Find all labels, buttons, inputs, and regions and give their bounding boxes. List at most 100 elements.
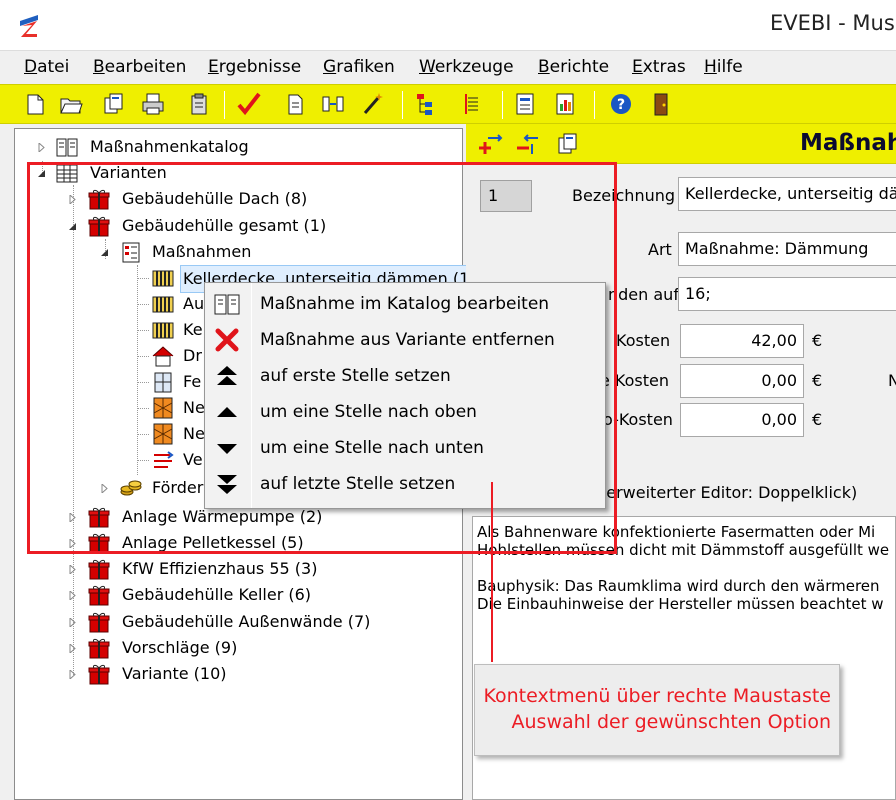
add-measure-icon[interactable] bbox=[476, 130, 504, 158]
app-logo-icon bbox=[20, 15, 38, 37]
help-icon[interactable]: ? bbox=[608, 90, 634, 118]
kosten-field[interactable]: 42,00 bbox=[680, 324, 804, 358]
move-down-icon bbox=[217, 444, 237, 454]
tree-node-catalog[interactable]: Maßnahmenkatalog bbox=[15, 134, 455, 160]
open-folder-icon[interactable] bbox=[58, 90, 84, 118]
menu-ergebnisse[interactable]: Ergebnisse bbox=[208, 57, 301, 77]
context-menu: Maßnahme im Katalog bearbeiten Maßnahme … bbox=[204, 282, 606, 509]
exit-door-icon[interactable] bbox=[648, 90, 674, 118]
copy-measure-icon[interactable] bbox=[554, 130, 582, 158]
kosten-field-3[interactable]: 0,00 bbox=[680, 403, 804, 437]
menu-item-label: um eine Stelle nach unten bbox=[260, 438, 484, 458]
gift-package-icon bbox=[88, 638, 110, 659]
menu-item-label: Maßnahme aus Variante entfernen bbox=[260, 330, 555, 350]
move-last-icon bbox=[217, 475, 237, 494]
expand-arrow-icon[interactable] bbox=[68, 644, 77, 653]
compare-icon[interactable] bbox=[320, 90, 346, 118]
toolbar-separator bbox=[224, 91, 225, 119]
menu-item-label: Maßnahme im Katalog bearbeiten bbox=[260, 294, 550, 314]
editor-hint: (erweiterter Editor: Doppelklick) bbox=[600, 483, 858, 502]
gift-package-icon bbox=[88, 612, 110, 633]
window-title: EVEBI - Mus bbox=[770, 11, 895, 35]
tree-label: Gebäudehülle Keller (6) bbox=[122, 585, 312, 604]
menu-item-move-first[interactable]: auf erste Stelle setzen bbox=[205, 358, 605, 394]
check-icon[interactable] bbox=[236, 90, 262, 118]
tree-node-cellar[interactable]: Gebäudehülle Keller (6) bbox=[15, 582, 455, 608]
gift-package-icon bbox=[88, 559, 110, 580]
chart-report-icon[interactable] bbox=[552, 90, 578, 118]
menu-item-move-last[interactable]: auf letzte Stelle setzen bbox=[205, 466, 605, 502]
menu-item-remove-from-variant[interactable]: Maßnahme aus Variante entfernen bbox=[205, 322, 605, 358]
move-up-icon bbox=[217, 407, 237, 417]
menu-item-move-up[interactable]: um eine Stelle nach oben bbox=[205, 394, 605, 430]
expand-arrow-icon[interactable] bbox=[68, 670, 77, 679]
toolbar-separator bbox=[402, 91, 403, 119]
annotation-callout: Kontextmenü über rechte Maustaste Auswah… bbox=[474, 664, 840, 756]
new-file-icon[interactable] bbox=[22, 90, 48, 118]
tree-label: Gebäudehülle Außenwände (7) bbox=[122, 612, 371, 631]
remove-measure-icon[interactable] bbox=[514, 130, 542, 158]
annotation-text-line2: Auswahl der gewünschten Option bbox=[511, 711, 831, 733]
label-bezogen: nden auf bbox=[608, 285, 679, 304]
bezeichnung-field[interactable]: Kellerdecke, unterseitig dä bbox=[678, 177, 896, 211]
expand-arrow-icon[interactable] bbox=[68, 618, 77, 627]
tree-node-kfw[interactable]: KfW Effizienzhaus 55 (3) bbox=[15, 556, 455, 582]
catalog-book-icon bbox=[56, 138, 78, 157]
hierarchy-icon[interactable] bbox=[414, 90, 440, 118]
toolbar-separator bbox=[594, 91, 595, 119]
menu-item-move-down[interactable]: um eine Stelle nach unten bbox=[205, 430, 605, 466]
menu-bar: Datei Bearbeiten Ergebnisse Grafiken Wer… bbox=[0, 50, 896, 84]
document-icon[interactable] bbox=[282, 90, 308, 118]
menu-datei[interactable]: Datei bbox=[24, 57, 69, 77]
tree-node-walls[interactable]: Gebäudehülle Außenwände (7) bbox=[15, 609, 455, 635]
menu-bearbeiten[interactable]: Bearbeiten bbox=[93, 57, 186, 77]
label-kosten: Kosten bbox=[616, 331, 671, 350]
main-toolbar: ? bbox=[0, 84, 896, 124]
print-icon[interactable] bbox=[140, 90, 166, 118]
report-icon[interactable] bbox=[512, 90, 538, 118]
bezogen-field[interactable]: 16; bbox=[678, 277, 896, 311]
description-textarea[interactable]: Als Bahnenware konfektionierte Fasermatt… bbox=[472, 516, 896, 800]
expand-arrow-icon[interactable] bbox=[68, 565, 77, 574]
expand-arrow-icon[interactable] bbox=[68, 591, 77, 600]
gift-package-icon bbox=[88, 664, 110, 685]
art-select[interactable]: Maßnahme: Dämmung bbox=[678, 232, 896, 266]
title-bar: EVEBI - Mus bbox=[0, 0, 896, 50]
tree-label: KfW Effizienzhaus 55 (3) bbox=[122, 559, 318, 578]
tree-node-suggestions[interactable]: Vorschläge (9) bbox=[15, 635, 455, 661]
annotation-line bbox=[491, 482, 493, 662]
detail-title: Maßnah bbox=[800, 130, 896, 156]
label-art: Art bbox=[648, 240, 672, 259]
tree-label: Vorschläge (9) bbox=[122, 638, 238, 657]
right-label-marker: N bbox=[888, 371, 896, 390]
menu-grafiken[interactable]: Grafiken bbox=[323, 57, 395, 77]
clipboard-icon[interactable] bbox=[186, 90, 212, 118]
menu-item-label: um eine Stelle nach oben bbox=[260, 402, 477, 422]
currency-label: € bbox=[812, 410, 823, 429]
tree-label: Maßnahmenkatalog bbox=[90, 137, 249, 156]
menu-werkzeuge[interactable]: Werkzeuge bbox=[419, 57, 514, 77]
menu-item-label: auf erste Stelle setzen bbox=[260, 366, 451, 386]
currency-label: € bbox=[812, 371, 823, 390]
gift-package-icon bbox=[88, 585, 110, 606]
catalog-book-icon bbox=[214, 294, 240, 315]
remove-x-icon bbox=[215, 328, 239, 352]
menu-berichte[interactable]: Berichte bbox=[538, 57, 609, 77]
copy-icon[interactable] bbox=[100, 90, 126, 118]
menu-hilfe[interactable]: Hilfe bbox=[704, 57, 743, 77]
expand-arrow-icon[interactable] bbox=[37, 143, 46, 152]
list-icon[interactable] bbox=[458, 90, 484, 118]
annotation-text-line1: Kontextmenü über rechte Maustaste bbox=[483, 685, 831, 707]
tree-label: Variante (10) bbox=[122, 664, 227, 683]
menu-extras[interactable]: Extras bbox=[632, 57, 686, 77]
toolbar-separator bbox=[502, 91, 503, 119]
tree-node-variant[interactable]: Variante (10) bbox=[15, 661, 455, 687]
kosten-field-2[interactable]: 0,00 bbox=[680, 364, 804, 398]
svg-text:?: ? bbox=[617, 97, 625, 113]
menu-item-edit-in-catalog[interactable]: Maßnahme im Katalog bearbeiten bbox=[205, 286, 605, 322]
menu-item-label: auf letzte Stelle setzen bbox=[260, 474, 456, 494]
detail-toolbar bbox=[466, 124, 592, 164]
move-first-icon bbox=[217, 366, 237, 385]
wand-icon[interactable] bbox=[360, 90, 386, 118]
currency-label: € bbox=[812, 331, 823, 350]
